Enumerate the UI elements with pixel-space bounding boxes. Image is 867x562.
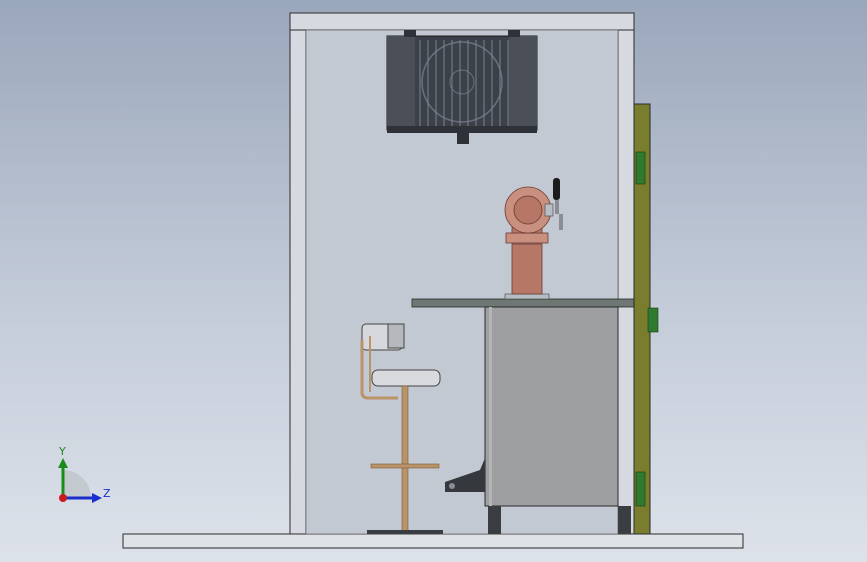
y-axis-label: Y [58,445,66,458]
door-panel [633,103,659,535]
floor-base-plate [122,533,744,549]
lower-hinge [635,471,646,507]
door-handle[interactable] [647,307,659,333]
side-view-drawing: Y Z [58,12,744,549]
upper-hinge [635,151,646,185]
cad-viewport[interactable]: Y Z [0,0,867,562]
counter-top [411,298,635,308]
x-axis-origin [59,494,67,502]
z-axis-label: Z [103,487,111,500]
coordinate-triad-icon[interactable]: Y Z [58,445,111,503]
condenser-unit [386,30,538,144]
